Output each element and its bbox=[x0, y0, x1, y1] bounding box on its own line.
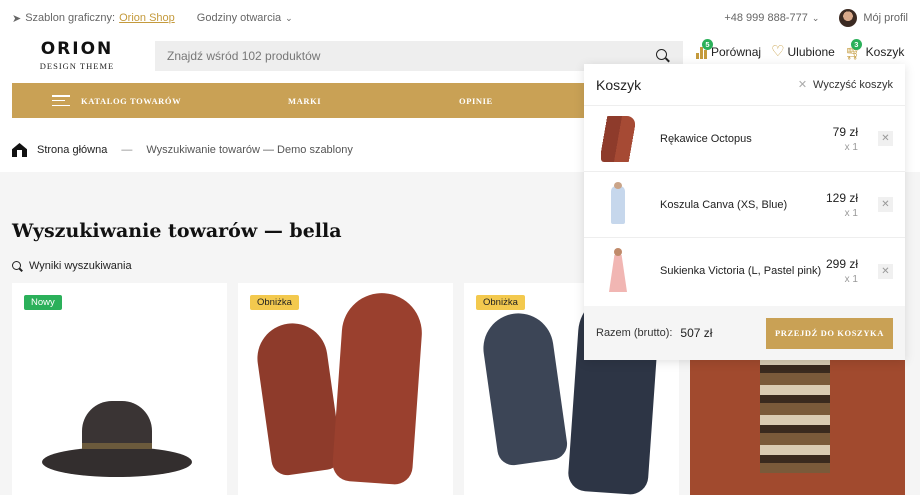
compare-label: Porównaj bbox=[711, 44, 762, 59]
cart-header: Koszyk ✕ Wyczyść koszyk bbox=[584, 64, 905, 106]
phone-dropdown[interactable]: +48 999 888-777 ⌄ bbox=[724, 12, 819, 24]
cart-link[interactable]: 🛒︎ 3 Koszyk bbox=[845, 38, 905, 59]
cart-total-value: 507 zł bbox=[680, 326, 713, 340]
results-label: Wyniki wyszukiwania bbox=[29, 260, 132, 272]
search-icon[interactable] bbox=[655, 48, 671, 64]
chevron-down-icon: ⌄ bbox=[285, 12, 293, 23]
badge-sale: Obniżka bbox=[476, 295, 525, 310]
heart-icon: ♡ bbox=[771, 43, 785, 60]
remove-item-button[interactable]: ✕ bbox=[878, 131, 893, 146]
cart-item-qty: x 1 bbox=[844, 207, 858, 219]
cart-item-name[interactable]: Rękawice Octopus bbox=[660, 133, 833, 145]
favorites-label: Ulubione bbox=[787, 44, 835, 59]
go-to-cart-button[interactable]: PRZEJDŹ DO KOSZYKA bbox=[766, 317, 893, 349]
product-image-hat[interactable] bbox=[42, 401, 192, 481]
profile-label: Mój profil bbox=[863, 12, 908, 24]
nav-item-catalog[interactable]: KATALOG TOWARÓW bbox=[52, 95, 181, 106]
nav-item-brands[interactable]: MARKI bbox=[288, 96, 321, 106]
cart-item-thumbnail[interactable] bbox=[601, 248, 635, 294]
logo[interactable]: ORION DESIGN THEME bbox=[12, 41, 142, 71]
cart-item-qty: x 1 bbox=[844, 141, 858, 153]
page-title: Wyszukiwanie towarów — bella bbox=[12, 220, 342, 242]
breadcrumb-home[interactable]: Strona główna bbox=[37, 144, 107, 156]
cart-footer: Razem (brutto): 507 zł PRZEJDŹ DO KOSZYK… bbox=[584, 306, 905, 360]
logo-title: ORION bbox=[40, 39, 114, 60]
cart-count-badge: 3 bbox=[850, 38, 862, 50]
opening-hours-dropdown[interactable]: Godziny otwarcia ⌄ bbox=[197, 12, 293, 24]
product-card[interactable]: Obniżka bbox=[238, 283, 453, 495]
profile-link[interactable]: Mój profil bbox=[839, 9, 908, 27]
cart-title: Koszyk bbox=[596, 76, 642, 93]
cart-item-price: 79 zł bbox=[832, 124, 858, 139]
cart-item: Koszula Canva (XS, Blue) 129 zł x 1 ✕ bbox=[584, 172, 905, 238]
search-results-header: Wyniki wyszukiwania bbox=[12, 260, 132, 272]
logo-subtitle: DESIGN THEME bbox=[39, 61, 115, 72]
remove-item-button[interactable]: ✕ bbox=[878, 197, 893, 212]
location-arrow-icon: ➤ bbox=[12, 12, 22, 25]
cart-item: Rękawice Octopus 79 zł x 1 ✕ bbox=[584, 106, 905, 172]
theme-prefix: Szablon graficzny: bbox=[25, 12, 116, 24]
breadcrumb-separator: — bbox=[121, 144, 133, 156]
cart-item-price: 299 zł bbox=[825, 257, 858, 271]
cart-item-thumbnail[interactable] bbox=[601, 115, 635, 162]
search-input[interactable]: Znajdź wśród 102 produktów bbox=[167, 49, 655, 63]
breadcrumb-current: Wyszukiwanie towarów — Demo szablony bbox=[146, 144, 353, 156]
theme-link[interactable]: Orion Shop bbox=[119, 12, 175, 24]
chevron-down-icon: ⌄ bbox=[811, 12, 820, 23]
breadcrumb: Strona główna — Wyszukiwanie towarów — D… bbox=[12, 143, 353, 157]
badge-new: Nowy bbox=[24, 295, 62, 310]
cart-dropdown: Koszyk ✕ Wyczyść koszyk Rękawice Octopus… bbox=[584, 64, 905, 360]
cart-item-qty: x 1 bbox=[844, 274, 858, 285]
top-bar: ➤ Szablon graficzny: Orion Shop Godziny … bbox=[0, 0, 920, 36]
avatar bbox=[839, 9, 858, 27]
clear-cart-button[interactable]: ✕ Wyczyść koszyk bbox=[797, 78, 893, 92]
cart-item-price: 129 zł bbox=[825, 190, 858, 205]
badge-sale: Obniżka bbox=[250, 295, 299, 310]
product-card[interactable]: Nowy bbox=[12, 283, 227, 495]
opening-hours-label: Godziny otwarcia bbox=[196, 12, 282, 24]
compare-count-badge: 5 bbox=[702, 38, 713, 50]
home-icon[interactable] bbox=[12, 143, 27, 157]
menu-icon bbox=[52, 95, 70, 106]
theme-info: ➤ Szablon graficzny: Orion Shop bbox=[12, 12, 175, 25]
search-icon bbox=[12, 260, 23, 272]
cart-item-name[interactable]: Koszula Canva (XS, Blue) bbox=[660, 199, 826, 211]
remove-item-button[interactable]: ✕ bbox=[878, 263, 893, 279]
cart-total-label: Razem (brutto): bbox=[596, 327, 673, 339]
nav-item-reviews[interactable]: OPINIE bbox=[459, 96, 493, 106]
cart-label: Koszyk bbox=[865, 44, 905, 59]
phone-number: +48 999 888-777 bbox=[724, 12, 808, 24]
close-icon: ✕ bbox=[797, 79, 808, 91]
cart-item: Sukienka Victoria (L, Pastel pink) 299 z… bbox=[584, 238, 905, 304]
nav-item-label: KATALOG TOWARÓW bbox=[81, 95, 182, 106]
cart-item-thumbnail[interactable] bbox=[601, 181, 635, 228]
clear-cart-label: Wyczyść koszyk bbox=[813, 78, 893, 91]
cart-item-name[interactable]: Sukienka Victoria (L, Pastel pink) bbox=[660, 265, 826, 277]
compare-link[interactable]: 5 Porównaj bbox=[696, 38, 762, 59]
favorites-link[interactable]: ♡ Ulubione bbox=[771, 44, 835, 59]
